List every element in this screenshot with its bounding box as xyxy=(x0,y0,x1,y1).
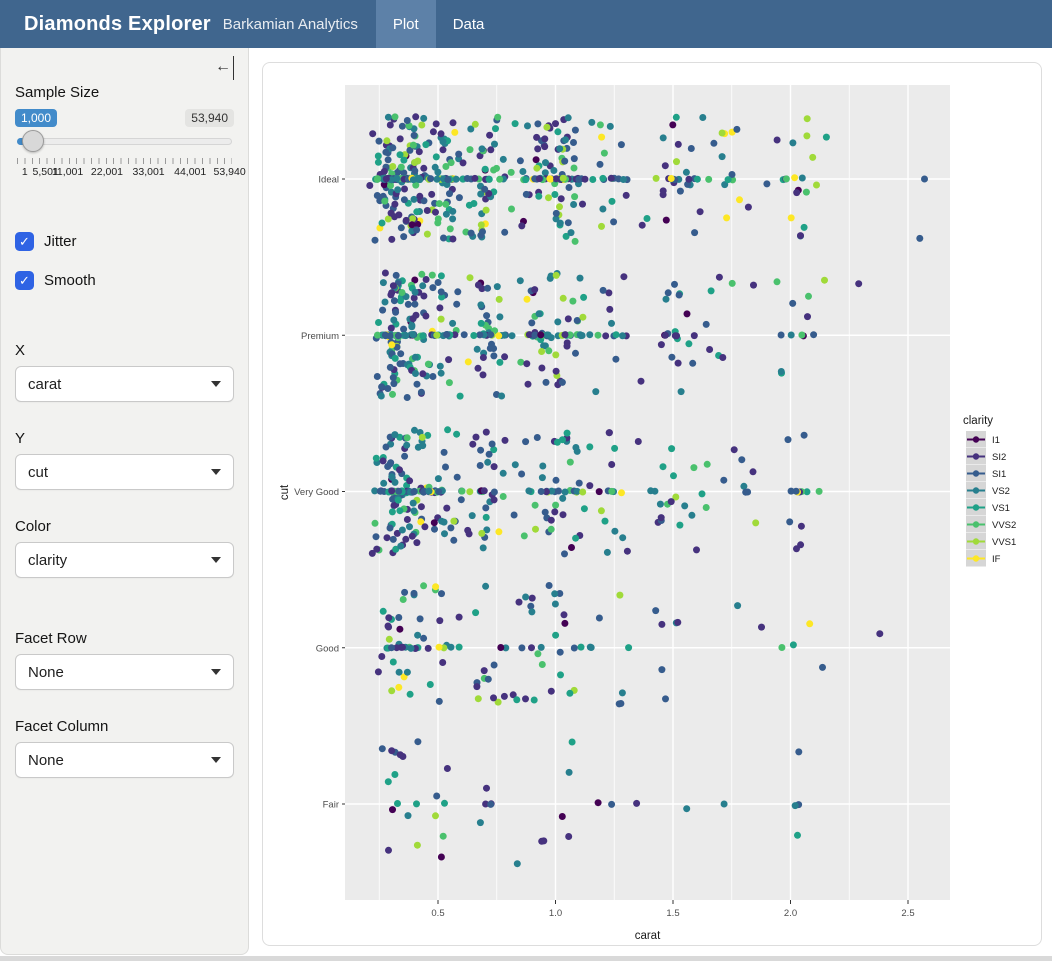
svg-text:1.0: 1.0 xyxy=(549,908,562,919)
main-area: Ideal Premium Very Good Good Fair 0.5 1.0 1.5 2.… xyxy=(249,48,1052,956)
svg-text:VVS2: VVS2 xyxy=(992,520,1016,531)
jitter-checkbox[interactable]: ✓ xyxy=(15,232,34,251)
sample-size-slider[interactable] xyxy=(15,134,234,148)
color-select-group: Color clarity xyxy=(15,518,234,578)
jitter-checkbox-row[interactable]: ✓ Jitter xyxy=(15,232,234,251)
facet-column-select-value: None xyxy=(28,752,211,769)
slider-tick-label: 22,001 xyxy=(91,166,123,178)
color-select-label: Color xyxy=(15,518,234,535)
sidebar-collapse-row: ← xyxy=(15,56,234,80)
slider-tick-labels: 15,50111,00122,00133,00144,00153,940 xyxy=(15,166,234,180)
app-header: Diamonds Explorer Barkamian Analytics Pl… xyxy=(0,0,1052,48)
svg-text:VVS1: VVS1 xyxy=(992,537,1016,548)
color-select-value: clarity xyxy=(28,552,211,569)
y-select[interactable]: cut xyxy=(15,454,234,490)
slider-tick-label: 33,001 xyxy=(133,166,165,178)
smooth-checkbox[interactable]: ✓ xyxy=(15,271,34,290)
svg-text:VS1: VS1 xyxy=(992,503,1010,514)
slider-value-badge: 1,000 xyxy=(15,109,57,127)
svg-text:Good: Good xyxy=(316,643,339,654)
svg-text:Ideal: Ideal xyxy=(318,175,339,186)
slider-tick-label: 11,001 xyxy=(52,166,83,178)
facet-row-select[interactable]: None xyxy=(15,654,234,690)
app-title: Diamonds Explorer xyxy=(24,13,211,36)
chevron-down-icon xyxy=(211,557,221,563)
nav-tabs: Plot Data xyxy=(376,0,502,48)
x-select-group: X carat xyxy=(15,342,234,402)
window-bottom-edge xyxy=(0,956,1052,961)
svg-text:carat: carat xyxy=(635,930,661,942)
smooth-label[interactable]: Smooth xyxy=(44,272,96,289)
x-select[interactable]: carat xyxy=(15,366,234,402)
svg-text:1.5: 1.5 xyxy=(666,908,679,919)
slider-ruler-ticks xyxy=(17,158,232,164)
facet-column-select[interactable]: None xyxy=(15,742,234,778)
svg-text:SI1: SI1 xyxy=(992,469,1006,480)
jitter-label[interactable]: Jitter xyxy=(44,233,77,250)
color-select[interactable]: clarity xyxy=(15,542,234,578)
slider-handle[interactable] xyxy=(22,130,44,152)
chevron-down-icon xyxy=(211,469,221,475)
sidebar: ← Sample Size 1,000 53,940 15,50111,0012… xyxy=(0,48,249,955)
plot-card: Ideal Premium Very Good Good Fair 0.5 1.0 1.5 2.… xyxy=(262,62,1042,946)
svg-text:clarity: clarity xyxy=(963,415,993,427)
content: ← Sample Size 1,000 53,940 15,50111,0012… xyxy=(0,48,1052,956)
tab-plot[interactable]: Plot xyxy=(376,0,436,48)
slider-tick-label: 1 xyxy=(22,166,28,178)
chevron-down-icon xyxy=(211,381,221,387)
svg-text:2.0: 2.0 xyxy=(784,908,797,919)
sidebar-collapse-icon[interactable]: ← xyxy=(215,56,234,80)
facet-column-select-label: Facet Column xyxy=(15,718,234,735)
svg-text:Fair: Fair xyxy=(323,800,339,811)
facet-row-select-group: Facet Row None xyxy=(15,630,234,690)
facet-row-select-label: Facet Row xyxy=(15,630,234,647)
svg-text:IF: IF xyxy=(992,554,1001,565)
slider-max-badge: 53,940 xyxy=(185,109,234,127)
facet-row-select-value: None xyxy=(28,664,211,681)
svg-text:2.5: 2.5 xyxy=(901,908,914,919)
y-select-group: Y cut xyxy=(15,430,234,490)
svg-text:SI2: SI2 xyxy=(992,452,1006,463)
sample-size-label: Sample Size xyxy=(15,84,234,101)
y-select-value: cut xyxy=(28,464,211,481)
svg-text:cut: cut xyxy=(279,484,291,500)
brand: Diamonds Explorer Barkamian Analytics xyxy=(0,0,358,48)
chevron-down-icon xyxy=(211,757,221,763)
app-subtitle: Barkamian Analytics xyxy=(223,16,358,33)
x-select-value: carat xyxy=(28,376,211,393)
slider-tick-label: 44,001 xyxy=(174,166,206,178)
smooth-checkbox-row[interactable]: ✓ Smooth xyxy=(15,271,234,290)
slider-badges: 1,000 53,940 xyxy=(15,109,234,127)
y-select-label: Y xyxy=(15,430,234,447)
svg-text:VS2: VS2 xyxy=(992,486,1010,497)
slider-track[interactable] xyxy=(17,138,232,145)
svg-text:0.5: 0.5 xyxy=(431,908,444,919)
chevron-down-icon xyxy=(211,669,221,675)
facet-column-select-group: Facet Column None xyxy=(15,718,234,778)
diamonds-scatter-plot: Ideal Premium Very Good Good Fair 0.5 1.0 1.5 2.… xyxy=(263,63,1042,946)
svg-text:I1: I1 xyxy=(992,435,1000,446)
tab-data[interactable]: Data xyxy=(436,0,502,48)
slider-tick-label: 53,940 xyxy=(214,166,246,178)
svg-text:Premium: Premium xyxy=(301,331,339,342)
x-select-label: X xyxy=(15,342,234,359)
svg-text:Very Good: Very Good xyxy=(294,487,339,498)
